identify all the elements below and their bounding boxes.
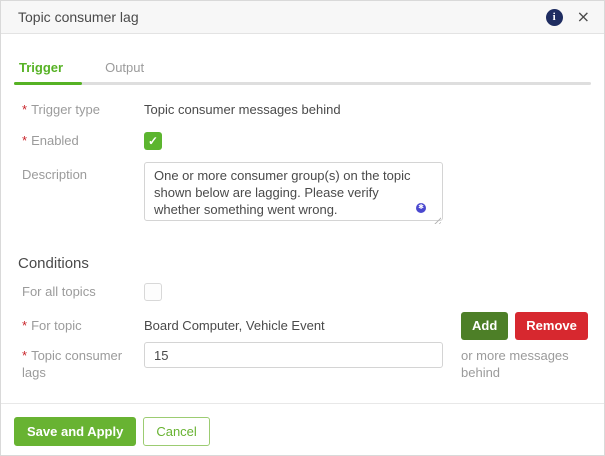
for-topic-label: * For topic (22, 318, 82, 333)
field-row-for-all-topics: For all topics (14, 283, 591, 301)
checkmark-icon: ✓ (147, 134, 159, 148)
trigger-type-label: * Trigger type (22, 102, 100, 117)
description-label: Description (22, 167, 88, 182)
trigger-form: * Trigger type Topic consumer messages be… (1, 101, 604, 226)
required-marker: * (22, 348, 28, 363)
for-all-topics-checkbox[interactable] (144, 283, 162, 301)
description-textarea[interactable]: One or more consumer group(s) on the top… (144, 162, 443, 221)
dialog-header: Topic consumer lag i × (1, 1, 604, 34)
insert-variable-icon[interactable]: ✱ (416, 203, 426, 213)
enabled-checkbox[interactable]: ✓ (144, 132, 162, 150)
trigger-type-value: Topic consumer messages behind (144, 102, 341, 117)
field-row-for-topic: * For topic Board Computer, Vehicle Event… (14, 311, 591, 340)
remove-topic-button[interactable]: Remove (515, 311, 588, 340)
tab-output[interactable]: Output (105, 60, 144, 82)
dialog-title: Topic consumer lag (18, 9, 139, 25)
field-row-trigger-type: * Trigger type Topic consumer messages be… (14, 101, 591, 119)
field-row-description: Description One or more consumer group(s… (14, 162, 591, 226)
conditions-section: For all topics * For topic Board Computer… (1, 272, 604, 381)
info-icon[interactable]: i (545, 8, 563, 26)
field-row-enabled: * Enabled ✓ (14, 132, 591, 150)
required-marker: * (22, 102, 28, 117)
field-row-topic-consumer-lags: *Topic consumer lags or more messages be… (14, 342, 591, 381)
dialog-footer: Save and Apply Cancel (1, 403, 604, 455)
tab-underline-track (14, 82, 591, 85)
topic-consumer-lags-input[interactable] (144, 342, 443, 368)
conditions-heading: Conditions (18, 255, 89, 272)
for-topic-value: Board Computer, Vehicle Event (144, 317, 325, 333)
required-marker: * (22, 318, 28, 333)
tab-underline-active (14, 82, 82, 85)
enabled-label: * Enabled (22, 133, 79, 148)
save-and-apply-button[interactable]: Save and Apply (14, 417, 137, 446)
close-icon[interactable]: × (577, 9, 590, 25)
tab-bar: Trigger Output (14, 60, 591, 85)
cancel-button[interactable]: Cancel (143, 417, 210, 446)
header-actions: i × (545, 8, 590, 26)
topic-consumer-lag-dialog: Topic consumer lag i × Trigger Output * T… (0, 0, 605, 456)
topic-consumer-lags-label: * Topic consumer lags (22, 348, 123, 380)
lag-suffix-text: or more messages behind (461, 348, 569, 380)
tab-trigger[interactable]: Trigger (19, 60, 63, 82)
add-topic-button[interactable]: Add (461, 311, 509, 340)
required-marker: * (22, 133, 28, 148)
for-all-topics-label: For all topics (22, 284, 96, 299)
